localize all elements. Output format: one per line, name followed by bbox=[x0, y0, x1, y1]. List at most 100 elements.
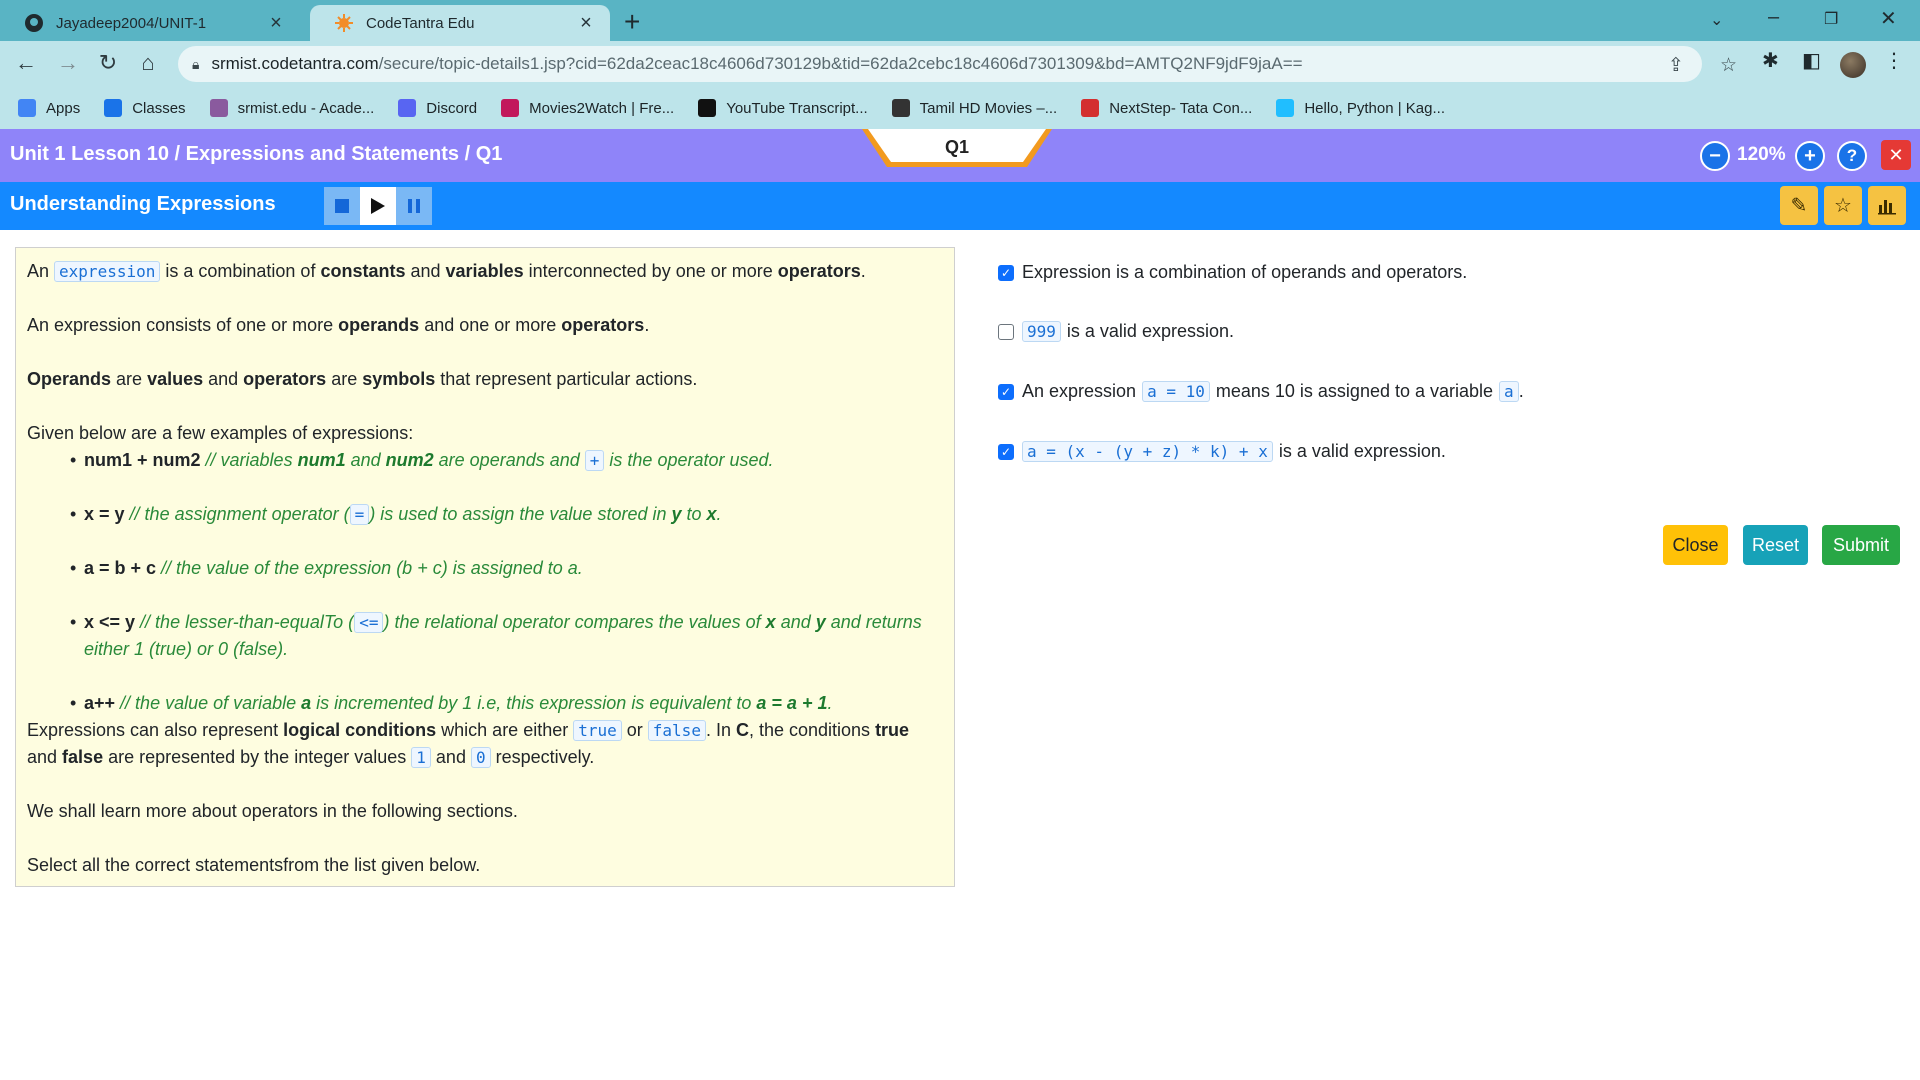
comment-text: // the assignment operator ( bbox=[124, 504, 350, 524]
back-icon[interactable]: ← bbox=[12, 50, 40, 76]
close-question-button[interactable]: ✕ bbox=[1881, 140, 1911, 170]
bookmark-item[interactable]: Discord bbox=[398, 99, 477, 117]
help-button[interactable]: ? bbox=[1837, 141, 1867, 171]
bookmark-favicon-icon bbox=[209, 99, 228, 117]
inline-code: a = 10 bbox=[1142, 381, 1210, 402]
option-text: is a valid expression. bbox=[1066, 321, 1234, 341]
forward-icon[interactable]: → bbox=[54, 50, 82, 76]
option-checkbox[interactable]: ✓ bbox=[998, 383, 1014, 400]
bold-text: variables bbox=[445, 261, 524, 281]
bookmark-item[interactable]: Movies2Watch | Fre... bbox=[501, 99, 674, 117]
home-icon[interactable]: ⌂ bbox=[134, 50, 162, 76]
option-4[interactable]: ✓ a = (x - (y + z) * k) + x is a valid e… bbox=[998, 441, 1446, 462]
tab-title: Jayadeep2004/UNIT-1 bbox=[56, 14, 207, 32]
inline-code: + bbox=[584, 450, 605, 471]
example-expression: num1 + num2 bbox=[84, 450, 201, 470]
bookmark-item[interactable]: srmist.edu - Acade... bbox=[209, 99, 375, 117]
text: and bbox=[430, 747, 471, 767]
comment-bold: num2 bbox=[385, 450, 434, 470]
bookmark-favicon-icon bbox=[891, 99, 910, 117]
example-item: a++ // the value of variable a is increm… bbox=[70, 690, 943, 717]
text: Expressions can also represent bbox=[27, 720, 284, 740]
bold-text: symbols bbox=[362, 369, 436, 389]
close-button[interactable]: Close bbox=[1663, 525, 1728, 565]
bookmark-star-icon[interactable]: ☆ bbox=[1720, 54, 1737, 77]
comment-text: and bbox=[775, 612, 816, 632]
lock-icon[interactable]: 🔒︎ bbox=[192, 56, 199, 73]
bookmark-label: srmist.edu - Acade... bbox=[237, 99, 375, 117]
text: are bbox=[326, 369, 363, 389]
option-2[interactable]: 999 is a valid expression. bbox=[998, 321, 1234, 342]
bookmark-item[interactable]: Classes bbox=[104, 99, 186, 117]
bookmark-item[interactable]: NextStep- Tata Con... bbox=[1081, 99, 1252, 117]
text: and bbox=[203, 369, 244, 389]
comment-bold: a = a + 1 bbox=[756, 693, 828, 713]
address-bar[interactable]: 🔒︎ srmist.codetantra.com/secure/topic-de… bbox=[178, 46, 1737, 82]
browser-tab-codetantra[interactable]: CodeTantra Edu × bbox=[310, 5, 610, 41]
zoom-in-button[interactable]: + bbox=[1795, 141, 1825, 171]
github-icon bbox=[25, 14, 43, 32]
extensions-icon[interactable]: ✱ bbox=[1762, 48, 1779, 73]
close-tab-icon[interactable]: × bbox=[266, 12, 286, 35]
text: which are either bbox=[436, 720, 574, 740]
bookmark-item[interactable]: Tamil HD Movies –... bbox=[891, 99, 1057, 117]
new-tab-button[interactable]: + bbox=[624, 6, 640, 38]
example-item: x = y // the assignment operator (=) is … bbox=[70, 501, 943, 528]
minimize-icon[interactable]: – bbox=[1768, 6, 1779, 29]
option-1[interactable]: ✓ Expression is a combination of operand… bbox=[998, 262, 1467, 283]
bookmark-label: Classes bbox=[132, 99, 186, 117]
pause-button[interactable] bbox=[396, 187, 432, 225]
bookmark-favicon-icon bbox=[1276, 99, 1295, 117]
option-checkbox[interactable]: ✓ bbox=[998, 264, 1014, 281]
submit-button[interactable]: Submit bbox=[1822, 525, 1900, 565]
restore-icon[interactable]: ❐ bbox=[1824, 9, 1838, 29]
bookmark-label: Hello, Python | Kag... bbox=[1304, 99, 1445, 117]
comment-text: and bbox=[345, 450, 386, 470]
inline-code: false bbox=[647, 720, 706, 741]
bold-text: Operands bbox=[27, 369, 112, 389]
browser-tab-github[interactable]: Jayadeep2004/UNIT-1 × bbox=[0, 5, 300, 41]
bold-text: operands bbox=[338, 315, 420, 335]
bookmark-item[interactable]: YouTube Transcript... bbox=[698, 99, 868, 117]
comment-text: is the operator used. bbox=[604, 450, 774, 470]
text: , the conditions bbox=[748, 720, 876, 740]
example-expression: a++ bbox=[84, 693, 116, 713]
stop-button[interactable] bbox=[324, 187, 360, 225]
text: An expression consists of one or more bbox=[27, 315, 339, 335]
comment-text: to bbox=[681, 504, 707, 524]
codetantra-icon bbox=[335, 14, 353, 32]
reset-button[interactable]: Reset bbox=[1743, 525, 1808, 565]
inline-code: expression bbox=[54, 261, 161, 282]
inline-code: true bbox=[573, 720, 622, 741]
side-panel-icon[interactable]: ◧ bbox=[1802, 48, 1821, 73]
example-item: x <= y // the lesser-than-equalTo (<=) t… bbox=[70, 609, 943, 663]
edit-button[interactable]: ✎ bbox=[1780, 186, 1818, 225]
option-3[interactable]: ✓ An expression a = 10 means 10 is assig… bbox=[998, 381, 1524, 402]
close-window-icon[interactable]: ✕ bbox=[1880, 6, 1897, 31]
example-expression: a = b + c bbox=[84, 558, 157, 578]
bookmark-item[interactable]: Hello, Python | Kag... bbox=[1276, 99, 1445, 117]
question-tab[interactable]: Q1 bbox=[862, 137, 1052, 158]
option-checkbox[interactable]: ✓ bbox=[998, 443, 1014, 460]
bookmark-label: Apps bbox=[46, 99, 81, 117]
bookmark-label: Movies2Watch | Fre... bbox=[529, 99, 675, 117]
bookmark-favicon-icon bbox=[501, 99, 520, 117]
bookmark-item[interactable]: Apps bbox=[18, 99, 80, 117]
pencil-icon: ✎ bbox=[1790, 195, 1808, 217]
inline-code: <= bbox=[354, 612, 384, 633]
bold-text: operators bbox=[243, 369, 327, 389]
option-checkbox[interactable] bbox=[998, 323, 1014, 340]
menu-icon[interactable]: ⋮ bbox=[1884, 48, 1904, 73]
play-button[interactable] bbox=[360, 187, 396, 225]
stats-button[interactable] bbox=[1868, 186, 1906, 225]
zoom-out-button[interactable]: − bbox=[1700, 141, 1730, 171]
profile-avatar[interactable] bbox=[1840, 52, 1866, 78]
tab-search-icon[interactable]: ⌄ bbox=[1710, 10, 1723, 30]
option-text: An expression bbox=[1022, 381, 1137, 401]
reload-icon[interactable]: ↻ bbox=[94, 50, 122, 76]
close-tab-icon[interactable]: × bbox=[576, 12, 596, 35]
favorite-button[interactable]: ☆ bbox=[1824, 186, 1862, 225]
share-icon[interactable]: ⇪ bbox=[1668, 54, 1684, 77]
option-text: is a valid expression. bbox=[1278, 441, 1446, 461]
bold-text: C bbox=[735, 720, 749, 740]
